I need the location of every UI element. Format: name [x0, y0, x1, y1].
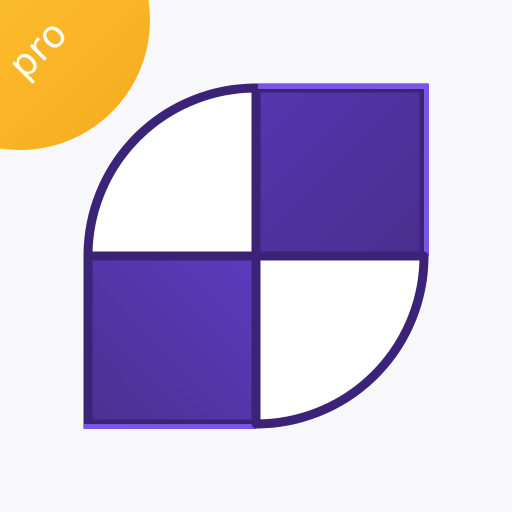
pro-badge: pro — [0, 0, 150, 150]
quadrant-bottom-right — [251, 251, 429, 429]
tile-top-right-highlight — [258, 84, 428, 89]
tile-bottom-left — [83, 251, 261, 429]
tile-top-right — [251, 83, 429, 261]
tile-top-right-edge — [424, 84, 429, 256]
app-icon: pro — [0, 0, 512, 512]
tile-bottom-left-highlight — [84, 424, 256, 429]
